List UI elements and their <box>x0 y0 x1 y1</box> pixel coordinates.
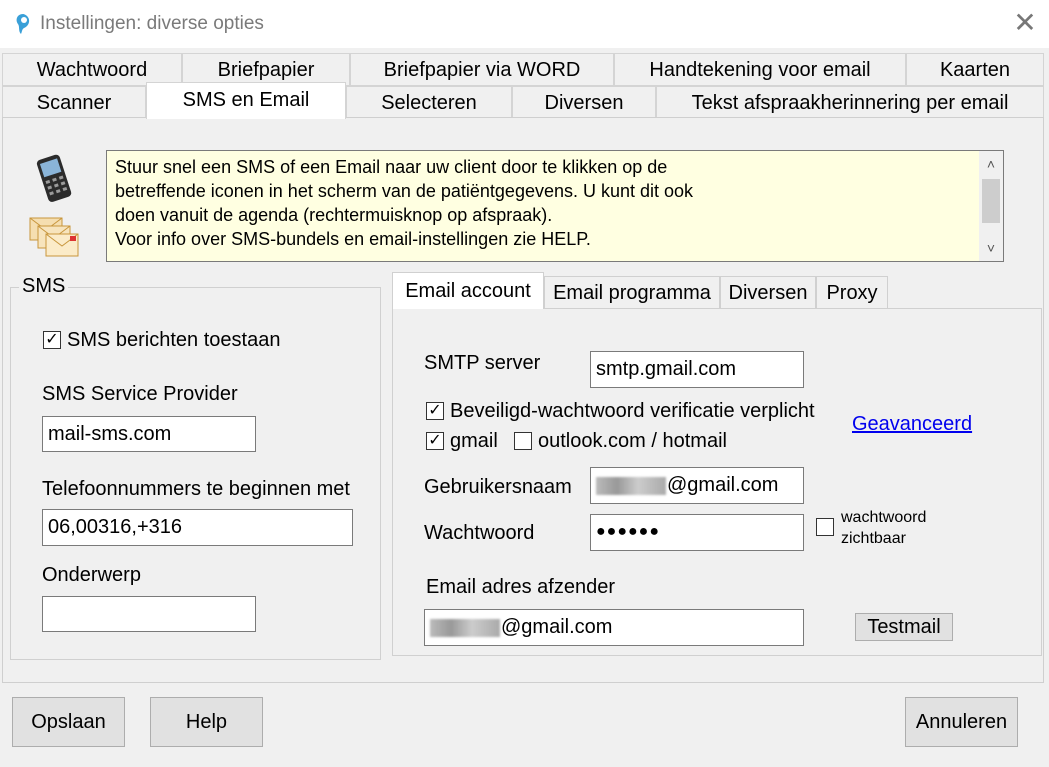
sms-allow-checkbox[interactable]: ✓ <box>43 331 61 349</box>
mobile-phone-icon <box>36 154 72 202</box>
sms-group-label: SMS <box>19 275 69 298</box>
phone-prefix-label: Telefoonnummers te beginnen met <box>42 478 350 500</box>
username-input[interactable]: @gmail.com <box>590 467 804 504</box>
app-icon <box>16 14 30 34</box>
info-text: Stuur snel een SMS of een Email naar uw … <box>115 155 975 251</box>
advanced-link[interactable]: Geavanceerd <box>852 413 972 436</box>
tab-email-diversen[interactable]: Diversen <box>720 276 816 309</box>
secure-verification-label: Beveiligd-wachtwoord verificatie verplic… <box>450 400 815 422</box>
username-domain: @gmail.com <box>667 474 779 496</box>
outlook-checkbox[interactable] <box>514 432 532 450</box>
tab-email-account[interactable]: Email account <box>392 272 544 309</box>
sms-provider-label: SMS Service Provider <box>42 383 238 405</box>
smtp-label: SMTP server <box>424 352 541 374</box>
testmail-button[interactable]: Testmail <box>855 613 953 641</box>
scroll-down-icon[interactable]: ˅ <box>979 235 1003 261</box>
password-label: Wachtwoord <box>424 522 535 544</box>
subject-input[interactable] <box>42 596 256 632</box>
envelopes-icon <box>29 217 79 257</box>
info-scrollbar[interactable]: ˄ ˅ <box>979 151 1003 261</box>
show-password-label: wachtwoord zichtbaar <box>841 507 926 549</box>
show-password-checkbox[interactable] <box>816 518 834 536</box>
tab-tekst-afspraakherinnering[interactable]: Tekst afspraakherinnering per email <box>656 86 1044 118</box>
tab-email-programma[interactable]: Email programma <box>544 276 720 309</box>
close-icon[interactable]: ✕ <box>1010 6 1040 40</box>
tab-scanner[interactable]: Scanner <box>2 86 146 118</box>
save-button[interactable]: Opslaan <box>12 697 125 747</box>
tab-selecteren[interactable]: Selecteren <box>346 86 512 118</box>
secure-verification-checkbox[interactable]: ✓ <box>426 402 444 420</box>
sender-label: Email adres afzender <box>426 576 615 598</box>
sender-domain: @gmail.com <box>501 616 613 638</box>
info-line: doen vanuit de agenda (rechtermuisknop o… <box>115 205 553 225</box>
gmail-label: gmail <box>450 430 498 452</box>
info-line: betreffende iconen in het scherm van de … <box>115 181 694 201</box>
tab-sms-en-email[interactable]: SMS en Email <box>146 82 346 119</box>
title-bar: Instellingen: diverse opties ✕ <box>0 0 1049 48</box>
scroll-thumb[interactable] <box>982 179 1000 223</box>
blurred-username <box>596 476 666 495</box>
blurred-sender <box>430 618 500 637</box>
gmail-checkbox[interactable]: ✓ <box>426 432 444 450</box>
password-input[interactable]: ●●●●●● <box>590 514 804 551</box>
sms-allow-label: SMS berichten toestaan <box>67 329 281 351</box>
tab-proxy[interactable]: Proxy <box>816 276 888 309</box>
tab-diversen[interactable]: Diversen <box>512 86 656 118</box>
cancel-button[interactable]: Annuleren <box>905 697 1018 747</box>
smtp-input[interactable] <box>590 351 804 388</box>
window-title: Instellingen: diverse opties <box>40 13 264 34</box>
tab-kaarten[interactable]: Kaarten <box>906 53 1044 86</box>
outlook-label: outlook.com / hotmail <box>538 430 727 452</box>
tab-handtekening[interactable]: Handtekening voor email <box>614 53 906 86</box>
info-line: Stuur snel een SMS of een Email naar uw … <box>115 157 668 177</box>
sms-provider-input[interactable] <box>42 416 256 452</box>
scroll-up-icon[interactable]: ˄ <box>979 151 1003 177</box>
show-password-label-line1: wachtwoord <box>841 509 927 526</box>
sender-input[interactable]: @gmail.com <box>424 609 804 646</box>
help-button[interactable]: Help <box>150 697 263 747</box>
phone-prefix-input[interactable] <box>42 509 353 546</box>
tab-briefpapier-word[interactable]: Briefpapier via WORD <box>350 53 614 86</box>
show-password-label-line2: zichtbaar <box>841 530 906 547</box>
info-line: Voor info over SMS-bundels en email-inst… <box>115 229 591 249</box>
info-text-box[interactable]: Stuur snel een SMS of een Email naar uw … <box>106 150 1004 262</box>
subject-label: Onderwerp <box>42 564 141 586</box>
username-label: Gebruikersnaam <box>424 476 572 498</box>
